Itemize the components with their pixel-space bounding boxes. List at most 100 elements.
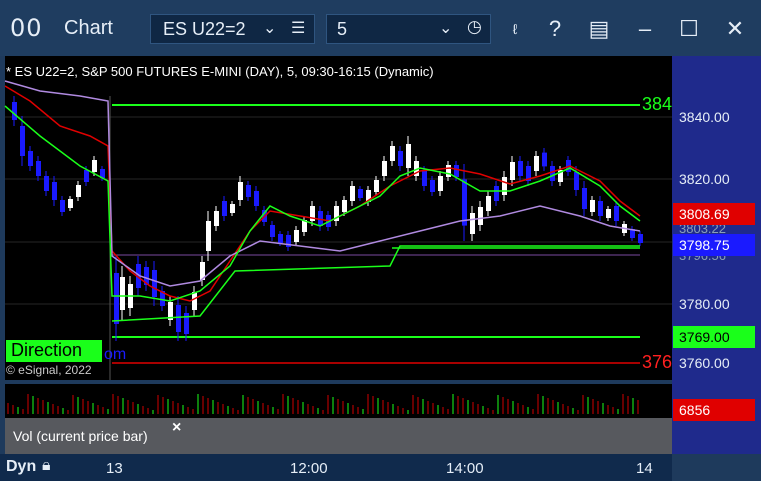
- level-green-box: 3769.00: [673, 326, 755, 348]
- time-axis[interactable]: Dyn 🔒︎ 13 12:00 14:00 14: [0, 454, 672, 481]
- price-tick: 3760.00: [679, 355, 730, 371]
- link-icon[interactable]: ℓ: [500, 14, 530, 44]
- window-title: Chart: [64, 17, 113, 39]
- time-tick: 14: [636, 460, 653, 477]
- candle-body: [438, 176, 443, 191]
- candle-body: [406, 144, 411, 168]
- candle-body: [36, 161, 41, 176]
- last-price-red-box: 3808.69: [673, 203, 755, 225]
- direction-label: Direction: [11, 340, 83, 360]
- list-icon[interactable]: ☰: [291, 18, 305, 38]
- price-tick: 3820.00: [679, 171, 730, 187]
- price-chart[interactable]: [0, 56, 761, 481]
- close-icon[interactable]: ✕: [720, 14, 750, 44]
- symbol-input[interactable]: ES U22=2 ⌄ ☰: [150, 14, 315, 44]
- candle-body: [574, 172, 579, 190]
- time-tick: 12:00: [290, 460, 328, 477]
- candle-body: [422, 171, 427, 186]
- candle-body: [84, 170, 89, 182]
- candle-body: [76, 185, 81, 197]
- candle-body: [390, 146, 395, 161]
- volume-value-box: 6856: [673, 399, 755, 421]
- candle-body: [350, 186, 355, 201]
- candle-body: [446, 165, 451, 177]
- candle-body: [518, 161, 523, 176]
- volume-label-text: Vol (current price bar): [13, 428, 148, 444]
- save-layout-icon[interactable]: ▤: [584, 14, 614, 44]
- candle-body: [614, 206, 619, 221]
- candle-body: [12, 102, 17, 120]
- candle-body: [462, 179, 467, 226]
- candle-body: [60, 200, 65, 212]
- candle-body: [478, 207, 483, 225]
- candle-body: [398, 151, 403, 166]
- copyright: © eSignal, 2022: [6, 363, 92, 377]
- candle-body: [20, 126, 25, 156]
- time-tick: 14:00: [446, 460, 484, 477]
- candle-body: [52, 182, 57, 200]
- candle-body: [68, 199, 73, 208]
- candle-body: [598, 201, 603, 216]
- candle-body: [222, 201, 227, 216]
- candle-body: [270, 225, 275, 237]
- candle-body: [502, 177, 507, 195]
- candle-body: [542, 152, 547, 167]
- candle-body: [486, 196, 491, 211]
- direction-button[interactable]: Direction: [6, 340, 102, 362]
- candle-body: [582, 188, 587, 209]
- candle-body: [342, 200, 347, 212]
- candle-body: [92, 160, 97, 172]
- price-tick: 3780.00: [679, 296, 730, 312]
- window-titlebar: 00 Chart ES U22=2 ⌄ ☰ 5 ⌄ ◷ ℓ ? ▤ – ☐ ✕: [0, 0, 761, 56]
- lock-icon[interactable]: 🔒︎: [42, 457, 51, 475]
- candle-body: [176, 305, 181, 332]
- candle-body: [358, 189, 363, 198]
- candle-body: [44, 176, 49, 191]
- candle-body: [454, 165, 459, 177]
- candle-body: [430, 180, 435, 192]
- app-icon[interactable]: 00: [10, 14, 43, 42]
- candle-body: [382, 161, 387, 176]
- close-icon[interactable]: ×: [172, 419, 181, 437]
- minimize-icon[interactable]: –: [630, 14, 660, 44]
- time-tick: 13: [106, 460, 123, 477]
- candle-body: [374, 180, 379, 192]
- candle-body: [278, 234, 283, 243]
- candle-body: [246, 185, 251, 197]
- chevron-down-icon[interactable]: ⌄: [263, 18, 276, 38]
- candle-body: [550, 166, 555, 181]
- candle-body: [238, 182, 243, 200]
- candle-body: [120, 277, 125, 310]
- interval-input[interactable]: 5 ⌄ ◷: [326, 14, 491, 44]
- clock-icon[interactable]: ◷: [467, 17, 482, 37]
- candle-body: [534, 156, 539, 171]
- candle-body: [606, 209, 611, 218]
- chart-header: * ES U22=2, S&P 500 FUTURES E-MINI (DAY)…: [6, 64, 434, 79]
- candle-body: [494, 186, 499, 201]
- dynamic-mode-label[interactable]: Dyn: [6, 458, 36, 476]
- direction-suffix: om: [104, 346, 127, 363]
- candle-body: [214, 211, 219, 226]
- candle-body: [294, 230, 299, 242]
- symbol-value: ES U22=2: [163, 19, 246, 39]
- candle-body: [206, 221, 211, 251]
- candle-body: [114, 273, 119, 324]
- candle-body: [590, 200, 595, 212]
- last-price-blue-box: 3798.75: [673, 234, 755, 256]
- maximize-icon[interactable]: ☐: [674, 14, 704, 44]
- candle-body: [470, 213, 475, 234]
- level-label-bottom: 376: [642, 352, 673, 372]
- chevron-down-icon[interactable]: ⌄: [439, 18, 452, 38]
- interval-value: 5: [337, 19, 348, 39]
- candle-body: [638, 234, 643, 243]
- candle-body: [152, 270, 157, 297]
- level-label-top: 384: [642, 94, 673, 114]
- candle-body: [254, 191, 259, 206]
- candle-body: [510, 162, 515, 180]
- candle-body: [230, 204, 235, 213]
- chart-area[interactable]: [0, 56, 761, 481]
- volume-study-label[interactable]: Vol (current price bar) ×: [5, 419, 185, 454]
- candle-body: [192, 292, 197, 310]
- help-icon[interactable]: ?: [540, 14, 570, 44]
- candle-body: [28, 151, 33, 166]
